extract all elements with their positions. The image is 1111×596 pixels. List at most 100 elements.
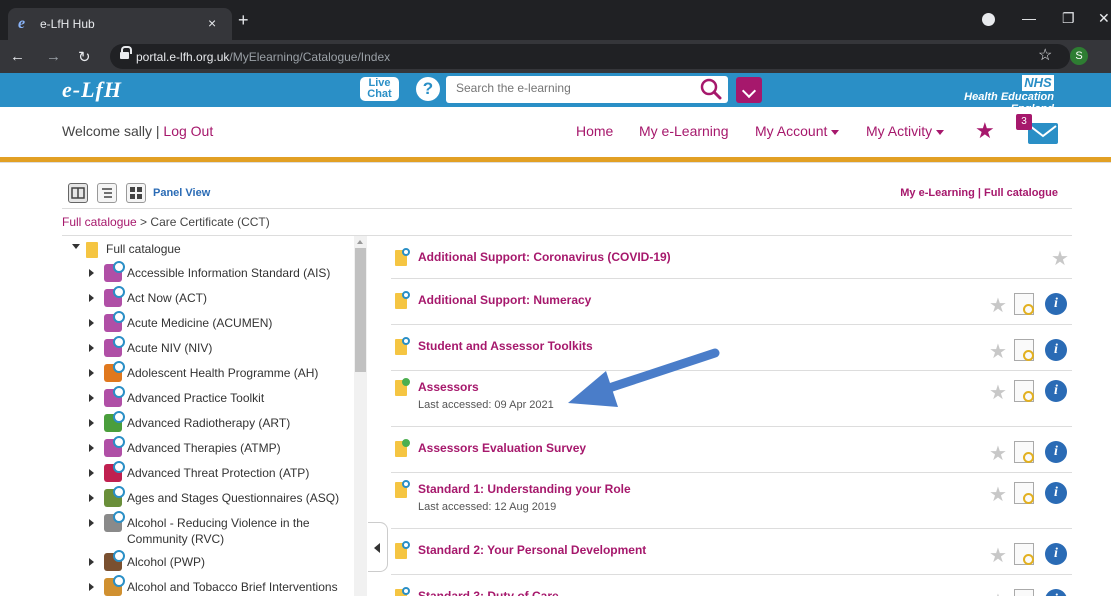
course-details-icon[interactable] [1014, 441, 1034, 463]
expand-arrow-icon[interactable] [89, 369, 94, 377]
tree-item[interactable]: Alcohol - Reducing Violence in the Commun… [62, 510, 354, 548]
tree-item[interactable]: Advanced Practice Toolkit [62, 385, 354, 409]
minimize-icon[interactable]: — [1022, 10, 1036, 26]
course-row[interactable]: Additional Support: Coronavirus (COVID-1… [391, 236, 1072, 279]
list-view-button[interactable] [97, 183, 117, 203]
tree-item[interactable]: Acute NIV (NIV) [62, 335, 354, 359]
panel-view-button[interactable] [126, 183, 146, 203]
search-input[interactable] [456, 81, 686, 95]
close-window-icon[interactable]: ✕ [1098, 10, 1110, 27]
tree-scrollbar[interactable] [354, 236, 367, 596]
course-row[interactable]: Additional Support: Numeracy ★ i [391, 279, 1072, 325]
favourite-star-icon[interactable]: ★ [989, 339, 1007, 364]
course-details-icon[interactable] [1014, 543, 1034, 565]
full-catalogue-link[interactable]: Full catalogue [984, 187, 1058, 199]
help-button[interactable]: ? [416, 77, 440, 101]
course-details-icon[interactable] [1014, 482, 1034, 504]
extension-icon[interactable] [982, 13, 995, 26]
tab-close-icon[interactable]: × [208, 15, 216, 31]
info-icon[interactable]: i [1045, 293, 1067, 315]
elfh-logo[interactable]: e-LfH [62, 77, 122, 103]
bookmark-star-icon[interactable]: ☆ [1038, 45, 1052, 65]
tree-item[interactable]: Advanced Radiotherapy (ART) [62, 410, 354, 434]
expand-arrow-icon[interactable] [89, 558, 94, 566]
profile-avatar[interactable]: S [1070, 47, 1088, 65]
live-chat-button[interactable]: Live Chat [360, 77, 399, 101]
nav-my-elearning[interactable]: My e-Learning [639, 123, 729, 139]
nav-my-activity[interactable]: My Activity [866, 123, 945, 139]
info-icon[interactable]: i [1045, 589, 1067, 596]
tree-scrollbar-thumb[interactable] [355, 248, 366, 372]
tree-item[interactable]: Advanced Threat Protection (ATP) [62, 460, 354, 484]
restore-icon[interactable]: ❐ [1062, 10, 1075, 27]
info-icon[interactable]: i [1045, 543, 1067, 565]
tree-item[interactable]: Adolescent Health Programme (AH) [62, 360, 354, 384]
tree-item[interactable]: Ages and Stages Questionnaires (ASQ) [62, 485, 354, 509]
course-title-link[interactable]: Additional Support: Numeracy [418, 293, 591, 307]
info-icon[interactable]: i [1045, 441, 1067, 463]
expand-arrow-icon[interactable] [89, 344, 94, 352]
search-icon[interactable] [700, 78, 722, 100]
course-row[interactable]: Standard 2: Your Personal Development ★ i [391, 529, 1072, 575]
course-details-icon[interactable] [1014, 293, 1034, 315]
expand-arrow-icon[interactable] [89, 294, 94, 302]
info-icon[interactable]: i [1045, 482, 1067, 504]
info-icon[interactable]: i [1045, 380, 1067, 402]
expand-arrow-icon[interactable] [89, 444, 94, 452]
course-row[interactable]: Student and Assessor Toolkits ★ i [391, 325, 1072, 371]
nav-home[interactable]: Home [576, 123, 613, 139]
favourites-star-icon[interactable]: ★ [975, 118, 995, 144]
course-title-link[interactable]: Additional Support: Coronavirus (COVID-1… [418, 250, 671, 264]
info-icon[interactable]: i [1045, 339, 1067, 361]
expand-arrow-icon[interactable] [89, 419, 94, 427]
tree-item[interactable]: Acute Medicine (ACUMEN) [62, 310, 354, 334]
scroll-up-icon[interactable] [357, 240, 363, 244]
messages-button[interactable]: 3 [1016, 114, 1060, 146]
tree-item[interactable]: Alcohol and Tobacco Brief Interventions [62, 574, 354, 596]
new-tab-icon[interactable]: + [238, 10, 249, 30]
favourite-star-icon[interactable]: ★ [989, 441, 1007, 466]
favourite-star-icon[interactable]: ★ [1051, 246, 1069, 271]
expand-arrow-icon[interactable] [89, 394, 94, 402]
panel-view-label[interactable]: Panel View [153, 187, 210, 199]
course-title-link[interactable]: Assessors [418, 380, 479, 394]
search-dropdown-button[interactable] [736, 77, 762, 103]
tree-root[interactable]: Full catalogue [62, 236, 354, 258]
collapse-panel-button[interactable] [368, 522, 388, 572]
my-elearning-link[interactable]: My e-Learning [900, 187, 975, 199]
split-view-button[interactable] [68, 183, 88, 203]
course-title-link[interactable]: Standard 1: Understanding your Role [418, 482, 631, 496]
course-row[interactable]: Standard 3: Duty of Care ★ i [391, 575, 1072, 596]
favourite-star-icon[interactable]: ★ [989, 482, 1007, 507]
favourite-star-icon[interactable]: ★ [989, 293, 1007, 318]
logout-link[interactable]: Log Out [163, 123, 213, 139]
expand-arrow-icon[interactable] [89, 494, 94, 502]
course-details-icon[interactable] [1014, 380, 1034, 402]
course-title-link[interactable]: Standard 3: Duty of Care [418, 589, 559, 596]
reload-icon[interactable]: ↻ [78, 48, 91, 66]
nav-my-account[interactable]: My Account [755, 123, 840, 139]
url-field[interactable]: portal.e-lfh.org.uk/MyElearning/Catalogu… [110, 44, 1070, 69]
expand-arrow-icon[interactable] [89, 269, 94, 277]
course-title-link[interactable]: Assessors Evaluation Survey [418, 441, 586, 455]
course-details-icon[interactable] [1014, 339, 1034, 361]
favourite-star-icon[interactable]: ★ [989, 380, 1007, 405]
tree-item[interactable]: Advanced Therapies (ATMP) [62, 435, 354, 459]
expand-arrow-icon[interactable] [89, 519, 94, 527]
course-row[interactable]: Assessors Evaluation Survey ★ i [391, 427, 1072, 473]
tree-item[interactable]: Accessible Information Standard (AIS) [62, 260, 354, 284]
back-icon[interactable]: ← [10, 48, 25, 65]
browser-tab[interactable]: e e-LfH Hub × [8, 8, 232, 40]
favourite-star-icon[interactable]: ★ [989, 589, 1007, 596]
expand-arrow-icon[interactable] [89, 319, 94, 327]
breadcrumb-root-link[interactable]: Full catalogue [62, 215, 137, 229]
course-row[interactable]: Assessors Last accessed: 09 Apr 2021 ★ i [391, 371, 1072, 427]
favourite-star-icon[interactable]: ★ [989, 543, 1007, 568]
expand-arrow-icon[interactable] [72, 244, 80, 249]
tree-item[interactable]: Act Now (ACT) [62, 285, 354, 309]
tree-item[interactable]: Alcohol (PWP) [62, 549, 354, 573]
forward-icon[interactable]: → [46, 48, 61, 65]
course-title-link[interactable]: Standard 2: Your Personal Development [418, 543, 646, 557]
expand-arrow-icon[interactable] [89, 583, 94, 591]
expand-arrow-icon[interactable] [89, 469, 94, 477]
